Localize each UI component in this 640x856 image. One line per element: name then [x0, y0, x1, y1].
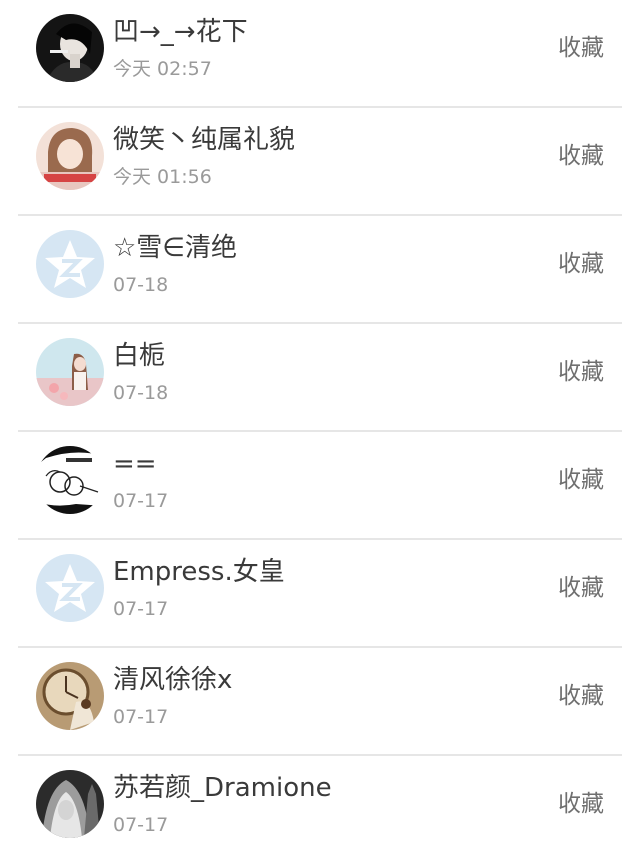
avatar[interactable] [36, 770, 104, 838]
list-item[interactable]: 白栀 07-18 收藏 [0, 324, 640, 432]
contact-time: 07-17 [113, 814, 169, 836]
photo-pastel-girl-avatar-icon [36, 338, 104, 406]
contact-name: ☆雪∈清绝 [113, 233, 237, 263]
favorite-button[interactable]: 收藏 [558, 572, 604, 604]
photo-dark-portrait-avatar-icon [36, 14, 104, 82]
contact-time: 07-18 [113, 274, 169, 296]
avatar[interactable] [36, 230, 104, 298]
list-item[interactable]: 苏若颜_Dramione 07-17 收藏 [0, 756, 640, 856]
sketch-cartoon-avatar-icon [36, 446, 104, 514]
avatar[interactable] [36, 554, 104, 622]
contact-time: 今天 01:56 [113, 166, 212, 188]
list-item[interactable]: ☆雪∈清绝 07-18 收藏 [0, 216, 640, 324]
favorite-button[interactable]: 收藏 [558, 356, 604, 388]
favorite-button[interactable]: 收藏 [558, 32, 604, 64]
photo-girl-portrait-avatar-icon [36, 122, 104, 190]
contact-name: 微笑丶纯属礼貌 [113, 125, 296, 155]
avatar[interactable] [36, 338, 104, 406]
favorite-button[interactable]: 收藏 [558, 788, 604, 820]
list-item[interactable]: 清风徐徐x 07-17 收藏 [0, 648, 640, 756]
favorite-button[interactable]: 收藏 [558, 140, 604, 172]
contact-time: 今天 02:57 [113, 58, 212, 80]
contact-name: Empress.女皇 [113, 557, 285, 587]
photo-clock-sepia-avatar-icon [36, 662, 104, 730]
contact-name: 凹→_→花下 [113, 17, 248, 47]
contact-list: 凹→_→花下 今天 02:57 收藏 微笑丶纯属礼貌 今天 01:56 收藏 ☆… [0, 0, 640, 856]
avatar[interactable] [36, 662, 104, 730]
qzone-star-icon [36, 230, 104, 298]
favorite-button[interactable]: 收藏 [558, 680, 604, 712]
list-item[interactable]: == 07-17 收藏 [0, 432, 640, 540]
contact-time: 07-17 [113, 598, 169, 620]
list-item[interactable]: 微笑丶纯属礼貌 今天 01:56 收藏 [0, 108, 640, 216]
contact-name: 清风徐徐x [113, 665, 233, 695]
avatar[interactable] [36, 446, 104, 514]
contact-time: 07-17 [113, 706, 169, 728]
contact-time: 07-17 [113, 490, 169, 512]
qzone-star-icon [36, 554, 104, 622]
contact-name: == [113, 449, 157, 479]
contact-name: 苏若颜_Dramione [113, 773, 332, 803]
contact-time: 07-18 [113, 382, 169, 404]
avatar[interactable] [36, 14, 104, 82]
favorite-button[interactable]: 收藏 [558, 464, 604, 496]
favorite-button[interactable]: 收藏 [558, 248, 604, 280]
list-item[interactable]: 凹→_→花下 今天 02:57 收藏 [0, 0, 640, 108]
list-item[interactable]: Empress.女皇 07-17 收藏 [0, 540, 640, 648]
contact-name: 白栀 [113, 341, 166, 371]
photo-gothic-bw-avatar-icon [36, 770, 104, 838]
avatar[interactable] [36, 122, 104, 190]
